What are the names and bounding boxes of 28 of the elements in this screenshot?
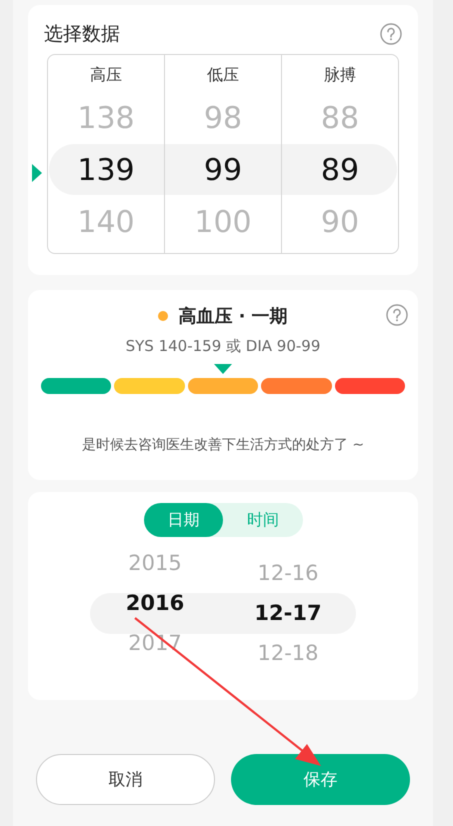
range-text: SYS 140-159 或 DIA 90-99 [126,337,320,356]
advice-text: 是时候去咨询医生改善下生活方式的处方了 ~ [82,436,364,454]
result-title: 高血压 · 一期 [178,305,288,328]
picker-value[interactable]: 2015 [128,543,182,583]
picker-value[interactable]: 89 [320,145,360,197]
help-icon [386,304,408,326]
picker-value[interactable]: 90 [320,197,360,249]
column-header: 脉搏 [324,64,356,86]
column-header: 低压 [207,64,239,86]
picker-value[interactable]: 140 [77,197,135,249]
section-title: 选择数据 [44,22,120,47]
picker-value[interactable]: 98 [204,93,242,145]
picker-value[interactable]: 99 [204,145,242,197]
tab[interactable]: 时间 [223,503,302,537]
picker-value[interactable]: 88 [320,93,360,145]
save-button[interactable]: 保存 [231,754,410,805]
picker-value[interactable]: 12-17 [254,593,322,633]
pointer-icon [32,164,42,182]
picker-value[interactable]: 139 [77,145,135,197]
cancel-button[interactable]: 取消 [36,754,215,805]
picker-value[interactable]: 12-16 [257,553,319,593]
picker-value[interactable]: 12-18 [257,633,319,673]
help-icon [380,23,402,45]
picker-value[interactable]: 138 [77,93,135,145]
picker-value[interactable]: 100 [194,197,252,249]
picker-value[interactable]: 2016 [126,583,184,623]
tab[interactable]: 日期 [144,503,223,537]
column-header: 高压 [90,64,122,86]
